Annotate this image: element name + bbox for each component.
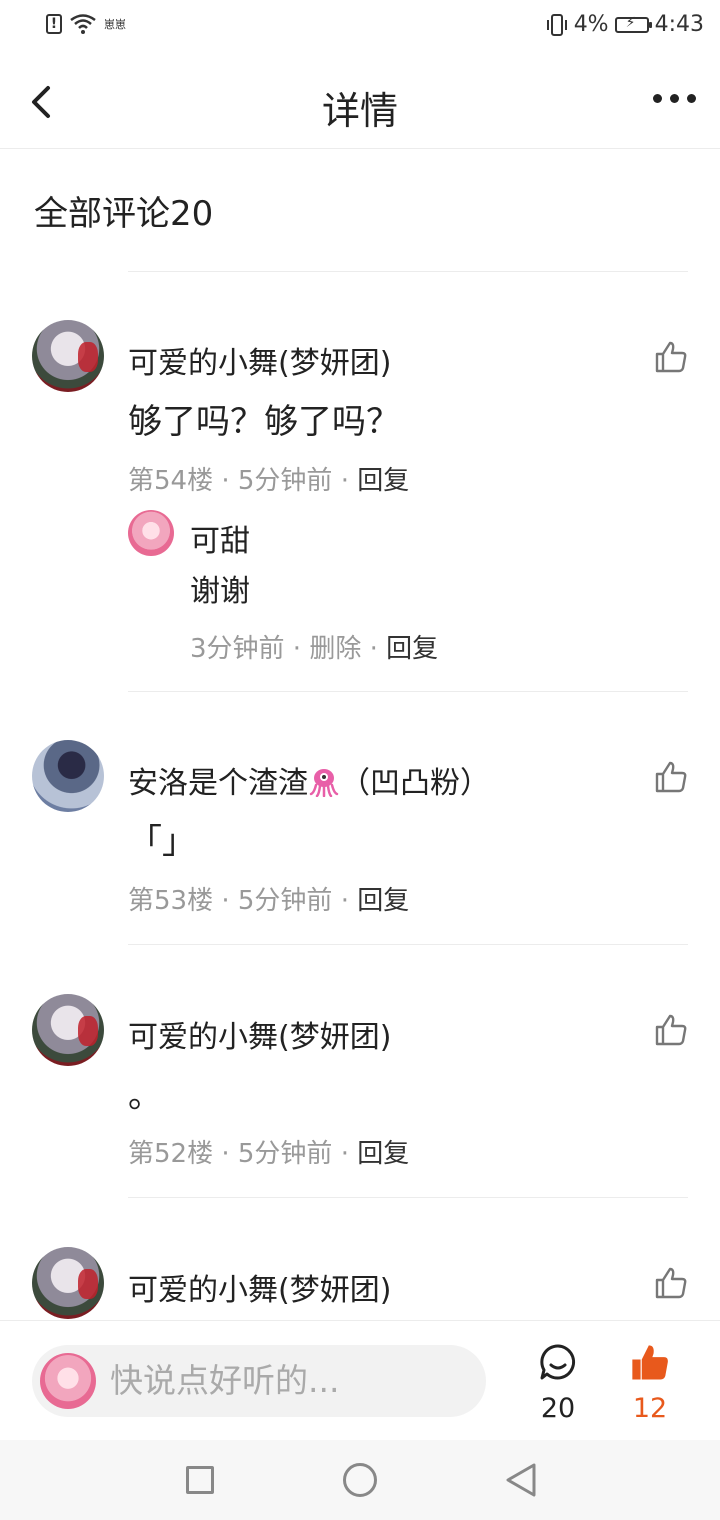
battery-icon: ⚡ <box>614 15 652 33</box>
comment-time: 5分钟前 <box>237 466 333 496</box>
meta-separator: · <box>213 1139 238 1169</box>
comment-input-pill[interactable] <box>32 1345 486 1417</box>
avatar[interactable] <box>32 740 104 812</box>
meta-separator: · <box>213 886 238 916</box>
system-nav-bar <box>0 1440 720 1520</box>
battery-percent: 4% <box>573 12 609 37</box>
reply-avatar[interactable] <box>128 510 174 556</box>
comment-author[interactable]: 可爱的小舞(梦妍团) <box>128 338 391 382</box>
comment-icon <box>540 1344 576 1380</box>
meta-separator: · <box>332 466 358 496</box>
comment-author-name: 安洛是个渣渣 <box>128 766 308 801</box>
recent-apps-icon[interactable] <box>186 1466 214 1494</box>
status-bar: ! 崽崽 4% ⚡ 4:43 <box>0 0 720 56</box>
vibrate-icon <box>546 13 567 36</box>
comment-button[interactable]: 20 <box>530 1343 586 1424</box>
bottom-bar: 20 12 <box>0 1320 720 1441</box>
comment-author[interactable]: 可爱的小舞(梦妍团) <box>128 1012 391 1056</box>
comment-meta: 第54楼 · 5分钟前 · 回复 <box>128 460 409 497</box>
avatar[interactable] <box>32 1247 104 1319</box>
comment-floor: 第53楼 <box>128 886 214 916</box>
more-options-icon[interactable] <box>653 94 696 103</box>
thumbs-up-icon[interactable] <box>654 760 688 794</box>
meta-separator: · <box>332 1139 358 1169</box>
status-left: ! 崽崽 <box>46 14 126 34</box>
wifi-icon <box>70 14 96 34</box>
reply-button[interactable]: 回复 <box>357 1139 409 1169</box>
comment-floor: 第54楼 <box>128 466 214 496</box>
comments-section-title: 全部评论20 <box>34 194 214 234</box>
comment-content: 「」 <box>128 822 196 862</box>
alert-icon: ! <box>46 14 62 34</box>
comment-author[interactable]: 安洛是个渣渣 （凹凸粉） <box>128 758 490 802</box>
comment-meta: 第53楼 · 5分钟前 · 回复 <box>128 880 409 917</box>
comment-meta: 第52楼 · 5分钟前 · 回复 <box>128 1133 409 1170</box>
comment-count: 20 <box>540 1393 576 1424</box>
my-avatar <box>40 1353 96 1409</box>
comment-input[interactable] <box>108 1360 472 1401</box>
reply-button[interactable]: 回复 <box>357 886 409 916</box>
like-button[interactable]: 12 <box>622 1343 678 1424</box>
comment-time: 5分钟前 <box>237 886 333 916</box>
thumbs-up-icon[interactable] <box>654 340 688 374</box>
divider <box>128 944 688 945</box>
home-icon[interactable] <box>343 1463 377 1497</box>
thumbs-up-icon[interactable] <box>654 1013 688 1047</box>
comment-author-suffix: （凹凸粉） <box>340 766 490 801</box>
reply-meta: 3分钟前 · 删除 · 回复 <box>190 628 438 665</box>
comment-floor: 第52楼 <box>128 1139 214 1169</box>
delete-button[interactable]: 删除 <box>309 634 361 664</box>
avatar[interactable] <box>32 320 104 392</box>
divider <box>128 691 688 692</box>
comment-content: 。 <box>128 1076 162 1116</box>
status-small-text: 崽崽 <box>104 18 126 31</box>
comment-author[interactable]: 可爱的小舞(梦妍团) <box>128 1265 391 1309</box>
avatar[interactable] <box>32 994 104 1066</box>
comment-time: 5分钟前 <box>237 1139 333 1169</box>
meta-separator: · <box>284 634 310 664</box>
reply-time: 3分钟前 <box>190 634 285 664</box>
reply-button[interactable]: 回复 <box>357 466 409 496</box>
like-count: 12 <box>632 1393 668 1424</box>
status-time: 4:43 <box>654 12 704 37</box>
nav-back-icon[interactable] <box>504 1462 538 1498</box>
reply-author[interactable]: 可甜 <box>190 516 250 560</box>
meta-separator: · <box>361 634 387 664</box>
reply-content: 谢谢 <box>190 574 250 609</box>
thumbs-up-filled-icon <box>632 1345 668 1380</box>
octopus-emoji-icon <box>309 769 339 797</box>
comment-content: 够了吗？够了吗？ <box>128 402 400 442</box>
header: 详情 <box>0 56 720 149</box>
divider <box>128 271 688 272</box>
status-right: 4% ⚡ 4:43 <box>546 12 704 37</box>
meta-separator: · <box>213 466 238 496</box>
reply-button[interactable]: 回复 <box>386 634 438 664</box>
thumbs-up-icon[interactable] <box>654 1266 688 1300</box>
divider <box>128 1197 688 1198</box>
meta-separator: · <box>332 886 358 916</box>
page-title: 详情 <box>321 89 398 133</box>
